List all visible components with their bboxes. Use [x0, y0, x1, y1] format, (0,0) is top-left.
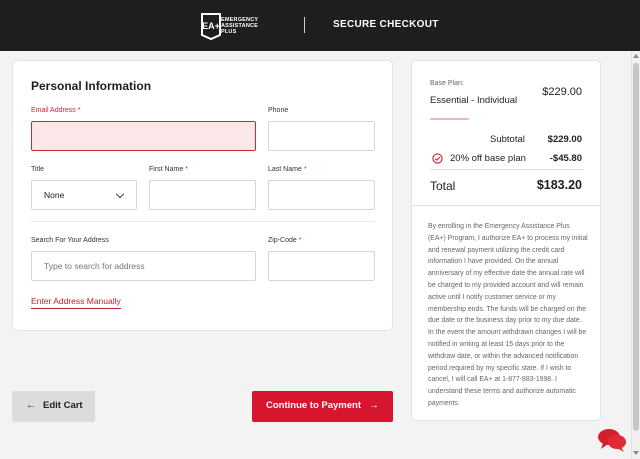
- last-name-field[interactable]: [268, 180, 375, 210]
- base-plan-label: Base Plan:: [430, 80, 464, 87]
- zip-code-field[interactable]: [268, 251, 375, 281]
- required-mark: *: [185, 166, 188, 173]
- arrow-left-icon: ←: [26, 400, 36, 411]
- plan-price: $229.00: [542, 86, 582, 98]
- header-divider: [304, 17, 305, 33]
- address-label: Search For Your Address: [31, 237, 109, 244]
- address-search-input[interactable]: Type to search for address: [31, 251, 256, 281]
- discount-value: -$45.80: [549, 153, 582, 164]
- phone-field[interactable]: [268, 121, 375, 151]
- zip-label-text: Zip-Code: [268, 237, 297, 244]
- chat-bubbles-icon[interactable]: [597, 427, 627, 453]
- logo-line-3: PLUS: [221, 29, 237, 35]
- total-label: Total: [430, 179, 456, 193]
- subtotal-value: $229.00: [547, 134, 582, 145]
- enter-address-manually-link[interactable]: Enter Address Manually: [31, 296, 121, 309]
- title-select[interactable]: None: [31, 180, 137, 210]
- phone-label: Phone: [268, 107, 289, 114]
- scroll-down-icon[interactable]: [633, 451, 639, 455]
- continue-to-payment-button[interactable]: Continue to Payment →: [252, 391, 393, 422]
- subtotal-label: Subtotal: [490, 134, 525, 145]
- discount-label: 20% off base plan: [450, 153, 526, 164]
- section-title: Personal Information: [31, 79, 152, 93]
- email-field[interactable]: [31, 121, 256, 151]
- top-bar: EA+ EMERGENCY ASSISTANCE PLUS SECURE CHE…: [0, 0, 640, 51]
- order-summary-card: Base Plan: Essential - Individual $229.0…: [411, 60, 601, 421]
- accent-underline: [430, 118, 469, 120]
- page-scrollbar[interactable]: [631, 51, 640, 459]
- terms-divider: [412, 205, 600, 206]
- last-name-label: Last Name *: [268, 166, 307, 173]
- email-label: Email Address *: [31, 107, 80, 114]
- zip-label: Zip-Code *: [268, 237, 301, 244]
- arrow-right-icon: →: [369, 400, 379, 411]
- logo-text: EMERGENCY ASSISTANCE PLUS: [221, 17, 287, 35]
- terms-text: By enrolling in the Emergency Assistance…: [428, 223, 588, 407]
- first-name-field[interactable]: [149, 180, 256, 210]
- scroll-up-icon[interactable]: [633, 54, 639, 58]
- check-circle-icon: [432, 153, 443, 164]
- title-label: Title: [31, 166, 44, 173]
- title-select-value: None: [44, 190, 65, 200]
- total-value: $183.20: [536, 178, 582, 192]
- last-name-label-text: Last Name: [268, 166, 302, 173]
- section-divider: [31, 221, 375, 222]
- ea-plus-logo[interactable]: EA+ EMERGENCY ASSISTANCE PLUS: [199, 11, 287, 41]
- first-name-label-text: First Name: [149, 166, 184, 173]
- summary-divider: [430, 169, 584, 170]
- chevron-down-icon: [115, 189, 125, 199]
- continue-label: Continue to Payment: [266, 400, 362, 411]
- first-name-label: First Name *: [149, 166, 188, 173]
- edit-cart-label: Edit Cart: [43, 400, 83, 411]
- logo-badge-text: EA+: [202, 21, 220, 31]
- personal-info-card: Personal Information Email Address * Pho…: [12, 60, 393, 331]
- plan-name: Essential - Individual: [430, 95, 518, 106]
- required-mark: *: [77, 107, 81, 114]
- email-label-text: Email Address: [31, 107, 76, 114]
- edit-cart-button[interactable]: ← Edit Cart: [12, 391, 95, 422]
- required-mark: *: [298, 237, 302, 244]
- scroll-thumb[interactable]: [633, 63, 639, 431]
- page-title: SECURE CHECKOUT: [333, 19, 439, 30]
- required-mark: *: [303, 166, 307, 173]
